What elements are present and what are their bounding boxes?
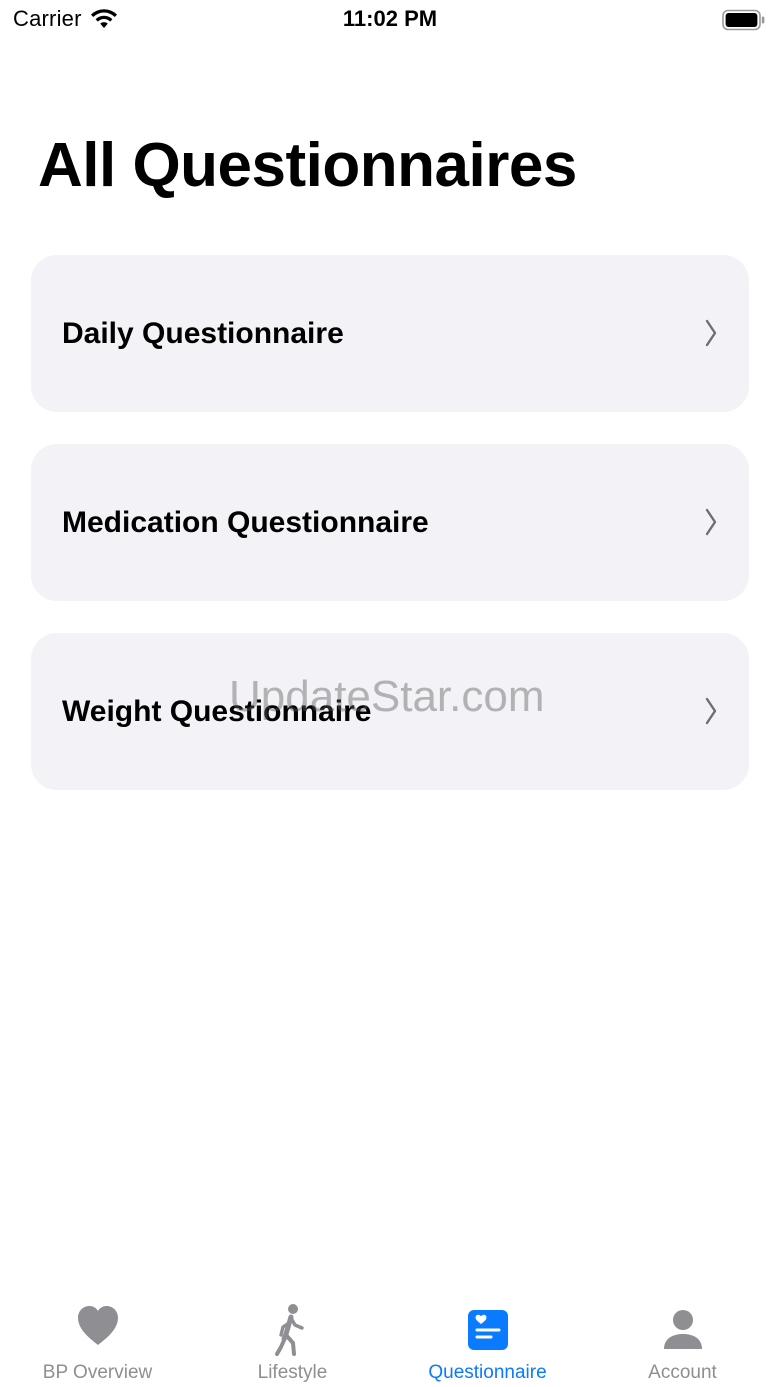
person-icon	[662, 1303, 704, 1353]
tab-label: Questionnaire	[428, 1362, 547, 1383]
questionnaire-label: Medication Questionnaire	[62, 506, 429, 539]
battery-icon	[722, 9, 766, 31]
tab-bp-overview[interactable]: BP Overview	[0, 1295, 195, 1387]
tab-label: Account	[648, 1362, 717, 1383]
walking-figure-icon	[273, 1303, 313, 1359]
page-title: All Questionnaires	[38, 131, 577, 200]
chevron-right-icon	[705, 319, 717, 347]
chevron-right-icon	[705, 697, 717, 725]
questionnaire-label: Daily Questionnaire	[62, 317, 344, 350]
questionnaire-row-daily[interactable]: Daily Questionnaire	[31, 255, 749, 412]
tab-account[interactable]: Account	[585, 1295, 780, 1387]
questionnaire-row-weight[interactable]: Weight Questionnaire	[31, 633, 749, 790]
questionnaire-list: Daily Questionnaire Medication Questionn…	[31, 255, 749, 822]
heart-icon	[75, 1303, 121, 1347]
tab-bar: BP Overview Lifestyle Questionnaire Acco…	[0, 1295, 780, 1387]
tab-label: Lifestyle	[257, 1362, 328, 1383]
chevron-right-icon	[705, 508, 717, 536]
tab-questionnaire[interactable]: Questionnaire	[390, 1295, 585, 1387]
tab-label: BP Overview	[42, 1362, 153, 1383]
tab-lifestyle[interactable]: Lifestyle	[195, 1295, 390, 1387]
status-time: 11:02 PM	[342, 6, 438, 31]
questionnaire-label: Weight Questionnaire	[62, 695, 372, 728]
status-bar: Carrier 11:02 PM	[0, 0, 780, 40]
questionnaire-doc-icon	[467, 1303, 509, 1351]
questionnaire-row-medication[interactable]: Medication Questionnaire	[31, 444, 749, 601]
